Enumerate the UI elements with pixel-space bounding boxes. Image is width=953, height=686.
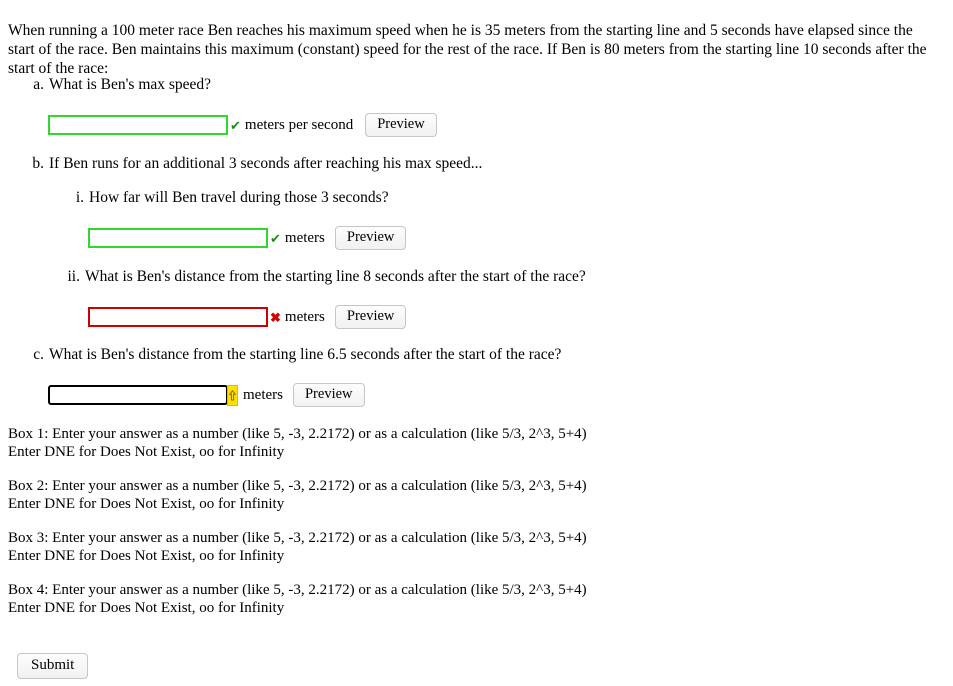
question-a-text: a. What is Ben's max speed?: [30, 75, 953, 94]
question-b-label: If Ben runs for an additional 3 seconds …: [49, 155, 483, 172]
question-a: a. What is Ben's max speed?: [30, 75, 953, 94]
unit-label-c: meters: [243, 386, 283, 403]
submit-area: Submit: [17, 653, 89, 679]
box-help-2-line2: Enter DNE for Does Not Exist, oo for Inf…: [8, 496, 285, 512]
box-help-1-line1: Box 1: Enter your answer as a number (li…: [8, 426, 587, 442]
answer-input-b-ii[interactable]: [88, 307, 268, 327]
problem-page: When running a 100 meter race Ben reache…: [0, 0, 953, 686]
box-help-2-line1: Box 2: Enter your answer as a number (li…: [8, 478, 587, 494]
preview-button-c[interactable]: Preview: [292, 383, 365, 407]
question-b: b. If Ben runs for an additional 3 second…: [30, 154, 953, 173]
question-c-marker: c.: [33, 346, 44, 363]
problem-statement: When running a 100 meter race Ben reache…: [8, 21, 927, 77]
preview-button-b-i[interactable]: Preview: [334, 226, 407, 250]
red-cross-icon: ✖: [270, 309, 281, 325]
box-help-1-line2: Enter DNE for Does Not Exist, oo for Inf…: [8, 444, 285, 460]
question-b-i: i. How far will Ben travel during those 3…: [70, 188, 953, 207]
box-help-1: Box 1: Enter your answer as a number (li…: [8, 425, 928, 461]
question-c-label: What is Ben's distance from the starting…: [49, 346, 562, 363]
question-b-i-marker: i.: [75, 189, 84, 206]
unit-label-a: meters per second: [244, 116, 354, 133]
unit-label-b-ii: meters: [284, 308, 325, 325]
question-b-i-text: i. How far will Ben travel during those 3…: [70, 188, 953, 207]
answer-input-a[interactable]: [48, 115, 228, 135]
question-b-marker: b.: [32, 155, 44, 172]
submit-button[interactable]: Submit: [17, 653, 89, 679]
question-c: c. What is Ben's distance from the starti…: [30, 345, 953, 364]
question-a-label: What is Ben's max speed?: [49, 76, 212, 93]
answer-input-c[interactable]: [48, 385, 228, 405]
answer-input-b-i[interactable]: [88, 228, 268, 248]
answer-row-c: meters Preview: [48, 383, 953, 407]
box-help-3-line2: Enter DNE for Does Not Exist, oo for Inf…: [8, 548, 285, 564]
question-b-ii-text: ii. What is Ben's distance from the start…: [66, 267, 953, 286]
preview-button-a[interactable]: Preview: [365, 113, 437, 137]
question-b-ii-marker: ii.: [67, 268, 81, 285]
box-help-2: Box 2: Enter your answer as a number (li…: [8, 477, 928, 513]
box-help-4: Box 4: Enter your answer as a number (li…: [8, 581, 928, 617]
question-b-ii: ii. What is Ben's distance from the start…: [66, 267, 953, 286]
answer-row-b-i: ✔ meters Preview: [88, 226, 953, 250]
question-b-i-label: How far will Ben travel during those 3 s…: [89, 189, 389, 206]
question-c-text: c. What is Ben's distance from the starti…: [30, 345, 953, 364]
preview-button-b-ii[interactable]: Preview: [334, 305, 407, 329]
box-help-3-line1: Box 3: Enter your answer as a number (li…: [8, 530, 587, 546]
answer-row-b-ii: ✖ meters Preview: [88, 305, 953, 329]
answer-row-a: ✔ meters per second Preview: [48, 113, 953, 137]
yellow-arrow-badge-icon: [227, 384, 238, 406]
question-b-text: b. If Ben runs for an additional 3 second…: [30, 154, 953, 173]
green-check-icon: ✔: [230, 117, 241, 133]
box-help-4-line2: Enter DNE for Does Not Exist, oo for Inf…: [8, 600, 285, 616]
green-check-icon: ✔: [270, 230, 281, 246]
box-help-3: Box 3: Enter your answer as a number (li…: [8, 529, 928, 565]
question-a-marker: a.: [33, 76, 44, 93]
question-b-ii-label: What is Ben's distance from the starting…: [85, 268, 586, 285]
unit-label-b-i: meters: [284, 229, 325, 246]
box-help-4-line1: Box 4: Enter your answer as a number (li…: [8, 582, 587, 598]
